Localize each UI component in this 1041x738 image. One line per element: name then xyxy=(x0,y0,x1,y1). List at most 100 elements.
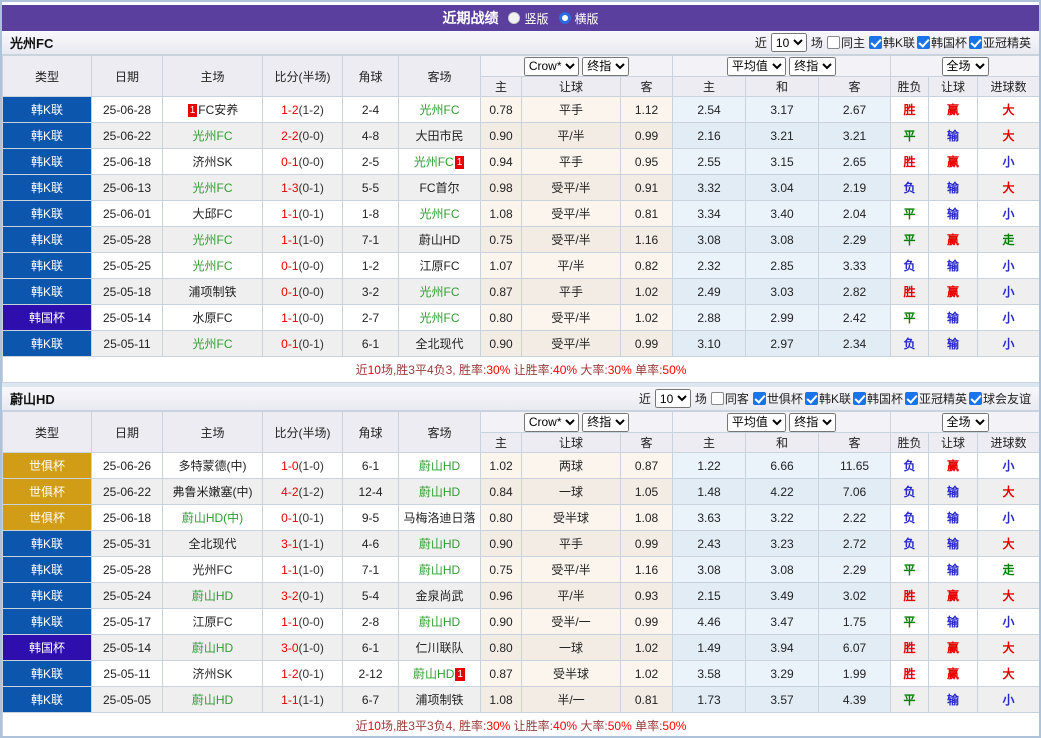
crow-away-odds: 0.91 xyxy=(621,175,673,201)
league-filter-checkbox[interactable]: 韩K联 xyxy=(805,390,851,407)
scope-select[interactable]: 全场 xyxy=(942,413,989,432)
crow-handicap: 一球 xyxy=(522,635,621,661)
match-date: 25-05-28 xyxy=(92,227,163,253)
avg-home-odds: 2.54 xyxy=(673,97,746,123)
scope-select[interactable]: 全场 xyxy=(942,57,989,76)
radio-unchecked-icon[interactable] xyxy=(508,12,520,24)
crow-home-odds: 1.08 xyxy=(481,687,522,713)
col-date: 日期 xyxy=(92,412,163,453)
avg-final-select[interactable]: 终指 xyxy=(789,413,836,432)
avg-select[interactable]: 平均值 xyxy=(727,413,786,432)
avg-home-odds: 2.16 xyxy=(673,123,746,149)
recent-count-select[interactable]: 10 xyxy=(771,33,807,52)
team-name-text: 仁川联队 xyxy=(415,641,463,655)
goals-result: 小 xyxy=(978,687,1040,713)
team-name-text: 光州FC xyxy=(193,259,233,273)
avg-away-odds: 2.67 xyxy=(819,97,891,123)
home-team: 蔚山HD xyxy=(163,635,263,661)
avg-select[interactable]: 平均值 xyxy=(727,57,786,76)
crow-away-odds: 1.05 xyxy=(621,479,673,505)
avg-odds-group: 平均值 终指 xyxy=(673,412,891,433)
crow-home-odds: 1.02 xyxy=(481,453,522,479)
match-row: 韩K联25-05-11光州FC0-1(0-1)6-1全北现代0.90受平/半0.… xyxy=(3,331,1040,357)
checkbox-checked-icon[interactable] xyxy=(969,36,982,49)
radio-checked-icon[interactable] xyxy=(559,12,571,24)
col-away: 客场 xyxy=(399,412,481,453)
same-venue-filter[interactable]: 同主 xyxy=(827,34,865,51)
crow-handicap: 平手 xyxy=(522,531,621,557)
match-score: 1-2(0-1) xyxy=(263,661,343,687)
crow-home-odds: 0.80 xyxy=(481,505,522,531)
crow-home-odds: 0.90 xyxy=(481,609,522,635)
crow-final-select[interactable]: 终指 xyxy=(582,57,629,76)
checkbox-unchecked-icon[interactable] xyxy=(827,36,840,49)
league-filter-checkbox[interactable]: 亚冠精英 xyxy=(969,34,1031,51)
crow-away-odds: 0.81 xyxy=(621,687,673,713)
same-venue-label: 同客 xyxy=(725,390,749,407)
crow-odds-group: Crow* 终指 xyxy=(481,56,673,77)
match-score: 1-1(0-0) xyxy=(263,305,343,331)
crow-away-odds: 1.16 xyxy=(621,557,673,583)
bookmaker-select[interactable]: Crow* xyxy=(524,57,579,76)
col-score: 比分(半场) xyxy=(263,412,343,453)
avg-draw-odds: 2.97 xyxy=(746,331,819,357)
checkbox-checked-icon[interactable] xyxy=(805,392,818,405)
team-name-text: 蔚山HD xyxy=(419,563,460,577)
avg-away-odds: 2.34 xyxy=(819,331,891,357)
recent-count-select[interactable]: 10 xyxy=(655,389,691,408)
avg-away-odds: 2.22 xyxy=(819,505,891,531)
checkbox-unchecked-icon[interactable] xyxy=(711,392,724,405)
avg-away-odds: 2.04 xyxy=(819,201,891,227)
layout-radio-vertical[interactable]: 竖版 xyxy=(508,10,548,27)
corner-score: 5-5 xyxy=(343,175,399,201)
avg-home-odds: 1.49 xyxy=(673,635,746,661)
away-team: 江原FC xyxy=(399,253,481,279)
away-team: 浦项制铁 xyxy=(399,687,481,713)
league-filter-checkbox[interactable]: 世俱杯 xyxy=(753,390,803,407)
league-filter-checkbox[interactable]: 韩国杯 xyxy=(917,34,967,51)
bookmaker-select[interactable]: Crow* xyxy=(524,413,579,432)
col-result: 胜负 xyxy=(891,433,929,453)
league-filter-checkbox[interactable]: 球会友谊 xyxy=(969,390,1031,407)
goals-result: 大 xyxy=(978,583,1040,609)
team-name-text: 江原FC xyxy=(193,615,233,629)
away-team: 仁川联队 xyxy=(399,635,481,661)
match-result: 平 xyxy=(891,687,929,713)
checkbox-checked-icon[interactable] xyxy=(917,36,930,49)
team-name-text: 全北现代 xyxy=(415,337,463,351)
layout-radio-horizontal[interactable]: 横版 xyxy=(559,10,599,27)
checkbox-checked-icon[interactable] xyxy=(905,392,918,405)
team-name-text: 蔚山HD xyxy=(419,233,460,247)
league-filter-checkbox[interactable]: 亚冠精英 xyxy=(905,390,967,407)
same-venue-label: 同主 xyxy=(841,34,865,51)
away-team: 光州FC xyxy=(399,279,481,305)
col-crow-away: 客 xyxy=(621,433,673,453)
checkbox-checked-icon[interactable] xyxy=(969,392,982,405)
away-team: 蔚山HD xyxy=(399,609,481,635)
checkbox-checked-icon[interactable] xyxy=(753,392,766,405)
match-type-badge: 韩K联 xyxy=(3,227,92,253)
handicap-result: 赢 xyxy=(929,97,978,123)
avg-final-select[interactable]: 终指 xyxy=(789,57,836,76)
col-home: 主场 xyxy=(163,412,263,453)
same-venue-filter[interactable]: 同客 xyxy=(711,390,749,407)
crow-final-select[interactable]: 终指 xyxy=(582,413,629,432)
league-filter-checkbox[interactable]: 韩国杯 xyxy=(853,390,903,407)
match-row: 韩K联25-06-13光州FC1-3(0-1)5-5FC首尔0.98受平/半0.… xyxy=(3,175,1040,201)
checkbox-checked-icon[interactable] xyxy=(853,392,866,405)
checkbox-checked-icon[interactable] xyxy=(869,36,882,49)
corner-score: 2-5 xyxy=(343,149,399,175)
match-date: 25-06-22 xyxy=(92,479,163,505)
match-score: 0-1(0-0) xyxy=(263,149,343,175)
match-score: 0-1(0-1) xyxy=(263,331,343,357)
match-result: 负 xyxy=(891,175,929,201)
crow-away-odds: 0.99 xyxy=(621,609,673,635)
avg-home-odds: 1.22 xyxy=(673,453,746,479)
match-date: 25-06-18 xyxy=(92,149,163,175)
league-filter-checkbox[interactable]: 韩K联 xyxy=(869,34,915,51)
team-name-text: FC安养 xyxy=(198,103,238,117)
match-type-badge: 韩K联 xyxy=(3,279,92,305)
red-card-badge: 1 xyxy=(188,104,198,117)
corner-score: 7-1 xyxy=(343,557,399,583)
avg-draw-odds: 3.03 xyxy=(746,279,819,305)
